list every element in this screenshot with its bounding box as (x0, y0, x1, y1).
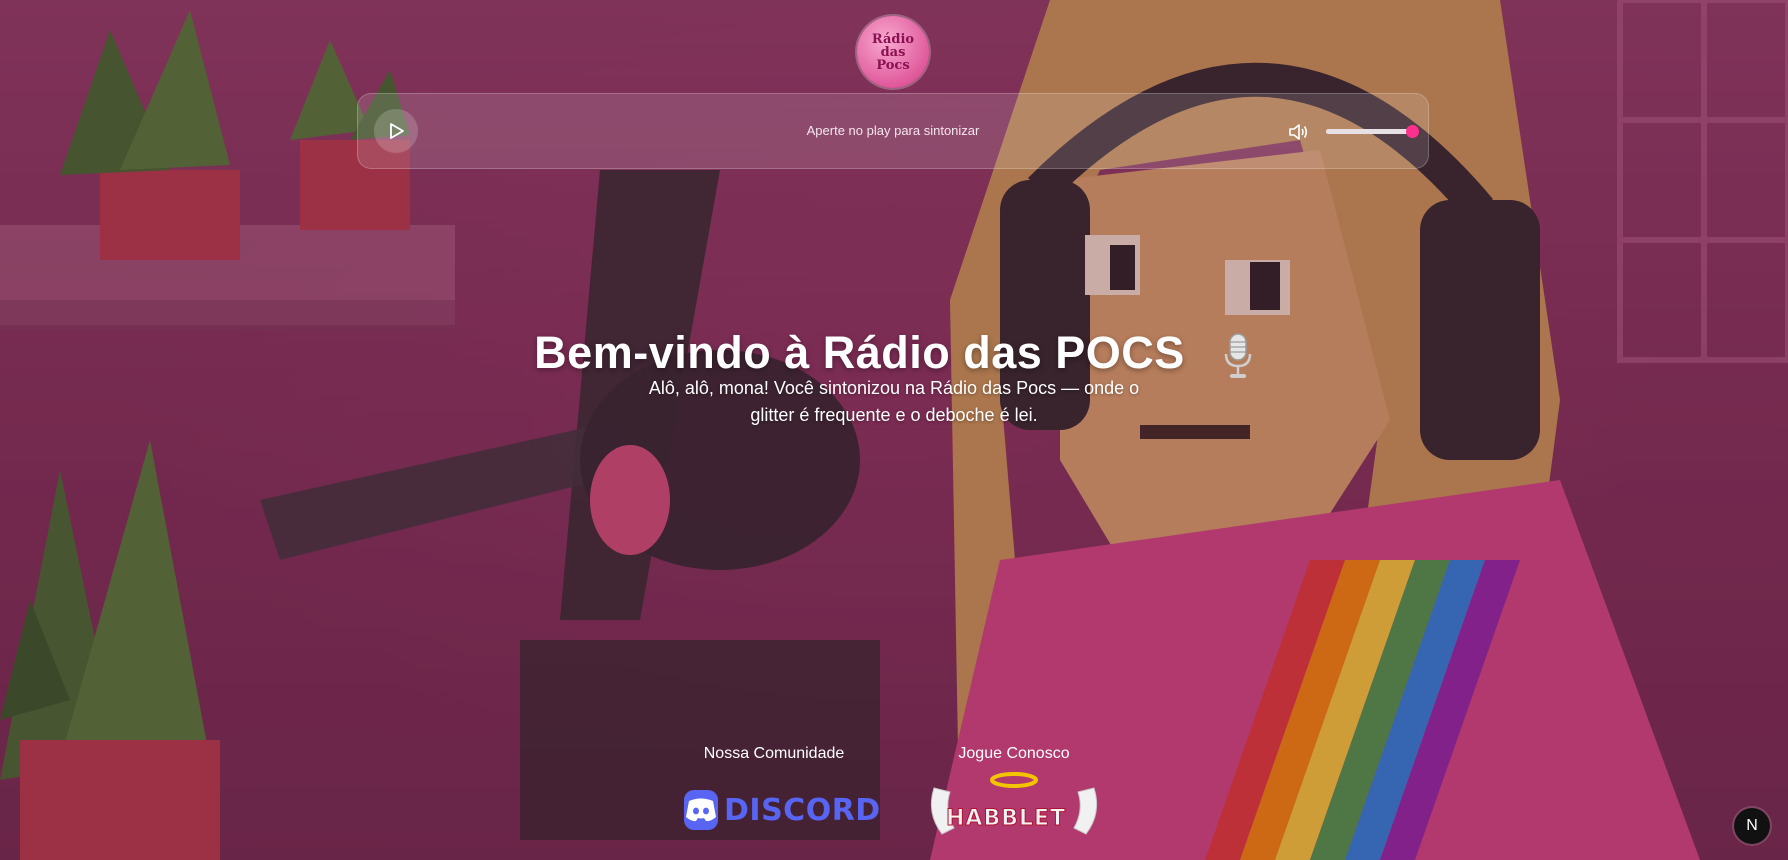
volume-slider-thumb[interactable] (1406, 125, 1419, 138)
corner-badge[interactable]: N (1734, 808, 1770, 844)
page-title-text: Bem-vindo à Rádio das POCS (534, 327, 1185, 378)
microphone-icon (1224, 333, 1252, 379)
volume-icon[interactable] (1287, 121, 1309, 143)
radio-logo[interactable]: Rádio das Pocs (857, 16, 929, 88)
volume-fill (1326, 129, 1412, 134)
habblet-link[interactable]: HABBLET (924, 768, 1104, 840)
logo-line-3: Pocs (876, 57, 910, 73)
volume-slider[interactable] (1326, 125, 1419, 138)
page-subtitle: Alô, alô, mona! Você sintonizou na Rádio… (648, 378, 1140, 425)
page-title: Bem-vindo à Rádio das POCS (0, 327, 1788, 380)
logo-line-2: das (880, 44, 906, 60)
discord-wordmark: DISCORD (724, 792, 881, 828)
community-label: Nossa Comunidade (703, 745, 845, 762)
game-label: Jogue Conosco (958, 745, 1070, 762)
discord-icon (684, 790, 718, 830)
logo-line-1: Rádio (871, 31, 915, 47)
radio-player: Aperte no play para sintonizar (357, 93, 1429, 169)
player-status-text: Aperte no play para sintonizar (806, 123, 980, 138)
habblet-wordmark: HABBLET (945, 806, 1067, 832)
discord-link[interactable]: DISCORD (684, 783, 880, 837)
